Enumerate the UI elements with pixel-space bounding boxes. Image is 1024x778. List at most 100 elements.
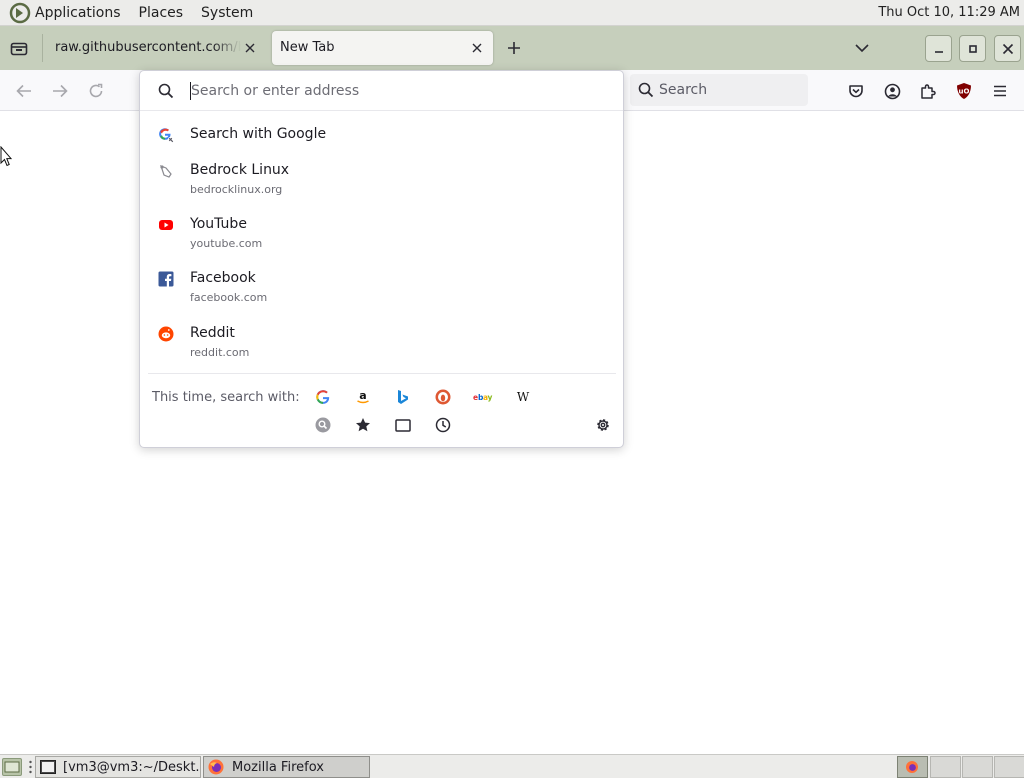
firefox-view-button[interactable]	[8, 37, 30, 59]
maximize-icon	[968, 44, 977, 53]
hamburger-icon	[994, 85, 1006, 97]
show-desktop-button[interactable]	[2, 758, 22, 776]
result-url: reddit.com	[190, 346, 250, 359]
places-menu[interactable]: Places	[139, 0, 192, 26]
ublock-origin-button[interactable]: uO	[952, 79, 976, 103]
search-settings-button[interactable]	[592, 414, 614, 436]
search-engine-icon	[315, 417, 331, 433]
clock[interactable]: Thu Oct 10, 11:29 AM	[878, 5, 1020, 20]
result-url: bedrocklinux.org	[190, 183, 283, 196]
urlbar-input[interactable]	[191, 80, 611, 102]
firefox-view-icon	[10, 42, 28, 56]
window-maximize-button[interactable]	[959, 35, 986, 62]
minimize-icon	[934, 50, 943, 53]
one-off-search-label: This time, search with:	[152, 390, 300, 405]
result-title: Bedrock Linux	[190, 162, 290, 178]
search-icon	[638, 82, 654, 98]
bottom-panel: [vm3@vm3:~/Deskt... Mozilla Firefox	[0, 754, 1024, 778]
amazon-icon: a	[357, 389, 369, 404]
one-off-bookmarks-mode[interactable]	[352, 414, 374, 436]
one-off-divider	[148, 373, 616, 374]
task-label: [vm3@vm3:~/Deskt...	[63, 759, 200, 775]
workspace-1[interactable]	[897, 756, 928, 778]
reddit-icon	[158, 326, 174, 342]
tab-new-tab[interactable]: New Tab	[272, 31, 493, 65]
taskbar-item-terminal[interactable]: [vm3@vm3:~/Deskt...	[35, 756, 201, 778]
places-menu-label: Places	[138, 4, 184, 21]
ublock-shield-icon: uO	[957, 83, 971, 99]
bing-icon	[398, 390, 408, 404]
duckduckgo-icon	[435, 389, 451, 405]
one-off-engine-duckduckgo[interactable]	[432, 386, 454, 408]
application-menu-button[interactable]	[988, 79, 1012, 103]
one-off-engine-bing[interactable]	[392, 386, 414, 408]
applications-menu[interactable]: Applications	[0, 0, 129, 26]
workspace-4[interactable]	[994, 756, 1024, 778]
result-facebook[interactable]: Facebook facebook.com	[148, 269, 616, 309]
extensions-button[interactable]	[916, 79, 940, 103]
urlbar[interactable]	[140, 71, 623, 111]
result-title: YouTube	[190, 216, 247, 232]
account-icon	[884, 83, 900, 99]
top-panel: Applications Places System Thu Oct 10, 1…	[0, 0, 1024, 26]
close-icon	[1002, 43, 1013, 54]
svg-text:y: y	[488, 393, 493, 402]
plus-icon	[508, 42, 520, 54]
one-off-history-mode[interactable]	[432, 414, 454, 436]
back-button[interactable]	[12, 79, 36, 103]
one-off-search-mode[interactable]	[312, 414, 334, 436]
result-reddit[interactable]: Reddit reddit.com	[148, 324, 616, 364]
workspace-3[interactable]	[962, 756, 993, 778]
arrow-left-icon	[16, 84, 31, 98]
tab-title: raw.githubusercontent.com/bedrocklinux	[55, 40, 241, 55]
applications-menu-label: Applications	[35, 4, 121, 21]
tab-close-button[interactable]	[242, 40, 258, 56]
panel-drag-handle[interactable]	[29, 758, 32, 776]
puzzle-icon	[921, 84, 936, 99]
close-icon	[472, 43, 482, 53]
clock-icon	[435, 417, 451, 433]
search-bar[interactable]: Search	[630, 74, 808, 106]
new-tab-button[interactable]	[503, 37, 525, 59]
result-search-with-google[interactable]: Search with Google	[148, 125, 616, 147]
window-close-button[interactable]	[994, 35, 1021, 62]
one-off-engine-amazon[interactable]: a	[352, 386, 374, 408]
task-label: Mozilla Firefox	[232, 759, 324, 775]
tab-close-button[interactable]	[469, 40, 485, 56]
result-youtube[interactable]: YouTube youtube.com	[148, 215, 616, 255]
one-off-tabs-mode[interactable]	[392, 414, 414, 436]
pocket-button[interactable]	[844, 79, 868, 103]
firefox-icon	[906, 761, 918, 773]
tab-raw-githubusercontent[interactable]: raw.githubusercontent.com/bedrocklinux	[44, 31, 266, 65]
forward-button[interactable]	[48, 79, 72, 103]
result-title: Facebook	[190, 270, 256, 286]
chevron-down-icon	[855, 44, 869, 53]
workspace-2[interactable]	[930, 756, 961, 778]
terminal-icon	[39, 759, 56, 775]
result-bedrock-linux[interactable]: Bedrock Linux bedrocklinux.org	[148, 161, 616, 201]
search-icon	[158, 83, 174, 99]
one-off-engine-wikipedia[interactable]: W	[512, 386, 534, 408]
urlbar-results-popup: Search with Google Bedrock Linux bedrock…	[139, 70, 624, 448]
taskbar-item-firefox[interactable]: Mozilla Firefox	[203, 756, 370, 778]
reload-icon	[89, 83, 103, 98]
mouse-pointer-icon	[0, 146, 12, 167]
account-button[interactable]	[880, 79, 904, 103]
result-title: Search with Google	[190, 126, 327, 142]
system-menu-label: System	[201, 4, 254, 21]
google-search-icon	[159, 128, 174, 143]
list-all-tabs-button[interactable]	[851, 37, 873, 59]
system-menu[interactable]: System	[201, 0, 261, 26]
one-off-engine-ebay[interactable]: e b a y	[472, 386, 494, 408]
result-title: Reddit	[190, 325, 235, 341]
bedrock-favicon	[160, 164, 172, 178]
close-icon	[245, 43, 255, 53]
one-off-engine-google[interactable]	[312, 386, 334, 408]
reload-button[interactable]	[84, 79, 108, 103]
window-minimize-button[interactable]	[925, 35, 952, 62]
facebook-icon	[158, 271, 174, 287]
tab-strip: raw.githubusercontent.com/bedrocklinux N…	[0, 26, 1024, 70]
svg-text:W: W	[517, 391, 530, 403]
firefox-icon	[207, 759, 225, 775]
svg-text:a: a	[359, 389, 366, 402]
